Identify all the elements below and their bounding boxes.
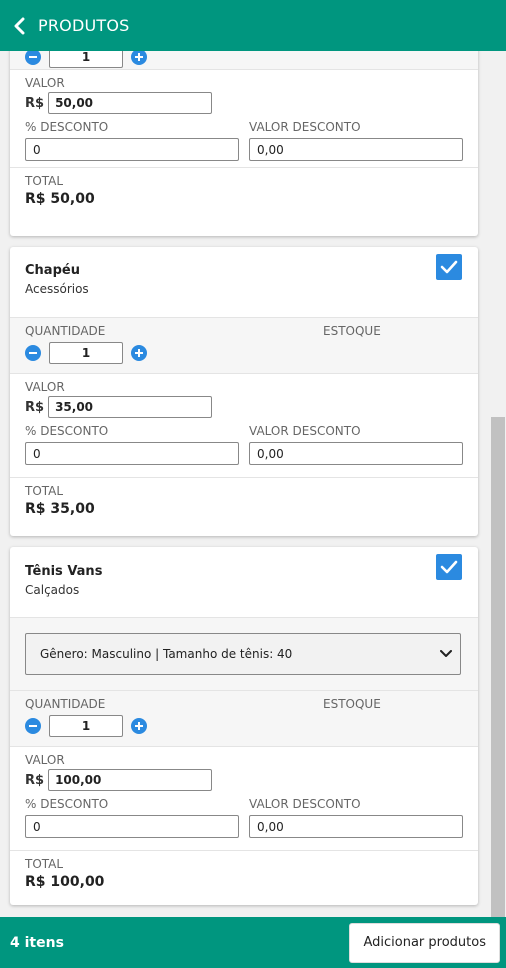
- product-category: Calçados: [25, 583, 80, 597]
- variant-section: Gênero: Masculino | Tamanho de tênis: 40: [10, 617, 478, 690]
- price-section: VALOR R$ 50,00 % DESCONTO 0 VALOR DESCON…: [10, 69, 478, 167]
- quantity-label: QUANTIDADE: [25, 324, 106, 338]
- price-label: VALOR: [25, 380, 65, 394]
- total-label: TOTAL: [25, 857, 64, 871]
- price-section: VALOR R$ 35,00 % DESCONTO 0 VALOR DESCON…: [10, 373, 478, 477]
- total-value: R$ 35,00: [25, 501, 95, 517]
- total-value: R$ 50,00: [25, 191, 95, 207]
- discount-value-label: VALOR DESCONTO: [249, 797, 361, 811]
- back-arrow-icon[interactable]: [0, 0, 38, 51]
- top-app-bar: PRODUTOS: [0, 0, 506, 51]
- price-label: VALOR: [25, 76, 65, 90]
- quantity-section: QUANTIDADE ESTOQUE 1: [10, 317, 478, 373]
- total-label: TOTAL: [25, 484, 64, 498]
- items-count: 4 itens: [10, 934, 64, 951]
- bottom-bar: 4 itens Adicionar produtos: [0, 917, 506, 968]
- price-input[interactable]: 35,00: [48, 396, 213, 418]
- product-name: Chapéu: [25, 263, 80, 278]
- selected-checkbox[interactable]: [436, 254, 462, 280]
- discount-value-input[interactable]: 0,00: [249, 138, 463, 161]
- discount-value-input[interactable]: 0,00: [249, 815, 463, 838]
- price-label: VALOR: [25, 753, 65, 767]
- quantity-input[interactable]: 1: [49, 51, 123, 68]
- page-title: PRODUTOS: [38, 16, 130, 35]
- quantity-section: 1: [10, 51, 478, 69]
- chevron-down-icon: [440, 647, 452, 661]
- decrease-quantity-button[interactable]: [25, 718, 41, 734]
- total-value: R$ 100,00: [25, 874, 105, 890]
- decrease-quantity-button[interactable]: [25, 345, 41, 361]
- decrease-quantity-button[interactable]: [25, 51, 41, 65]
- quantity-input[interactable]: 1: [49, 342, 123, 364]
- discount-percent-input[interactable]: 0: [25, 442, 239, 465]
- product-card: 1 VALOR R$ 50,00 % DESCONTO 0 VALOR DESC…: [10, 51, 478, 236]
- selected-checkbox[interactable]: [436, 554, 462, 580]
- quantity-label: QUANTIDADE: [25, 697, 106, 711]
- increase-quantity-button[interactable]: [131, 718, 147, 734]
- currency-label: R$: [25, 399, 45, 415]
- discount-percent-label: % DESCONTO: [25, 424, 109, 438]
- discount-value-label: VALOR DESCONTO: [249, 120, 361, 134]
- discount-value-input[interactable]: 0,00: [249, 442, 463, 465]
- total-section: TOTAL R$ 35,00: [10, 477, 478, 536]
- currency-label: R$: [25, 772, 45, 788]
- product-name: Tênis Vans: [25, 564, 103, 579]
- add-products-button[interactable]: Adicionar produtos: [349, 922, 500, 963]
- total-label: TOTAL: [25, 174, 64, 188]
- product-card: Tênis Vans Calçados Gênero: Masculino | …: [10, 547, 478, 905]
- variant-select-value: Gênero: Masculino | Tamanho de tênis: 40: [40, 647, 293, 661]
- scrollbar[interactable]: [491, 417, 505, 917]
- currency-label: R$: [25, 95, 45, 111]
- product-list[interactable]: 1 VALOR R$ 50,00 % DESCONTO 0 VALOR DESC…: [0, 51, 506, 917]
- quantity-input[interactable]: 1: [49, 715, 123, 737]
- variant-select[interactable]: Gênero: Masculino | Tamanho de tênis: 40: [25, 633, 461, 675]
- quantity-section: QUANTIDADE ESTOQUE 1: [10, 690, 478, 746]
- discount-percent-label: % DESCONTO: [25, 120, 109, 134]
- price-input[interactable]: 50,00: [48, 92, 213, 114]
- discount-percent-input[interactable]: 0: [25, 815, 239, 838]
- discount-percent-input[interactable]: 0: [25, 138, 239, 161]
- price-input[interactable]: 100,00: [48, 769, 213, 791]
- price-section: VALOR R$ 100,00 % DESCONTO 0 VALOR DESCO…: [10, 746, 478, 850]
- total-section: TOTAL R$ 100,00: [10, 850, 478, 905]
- product-header: Chapéu Acessórios: [10, 247, 478, 317]
- total-section: TOTAL R$ 50,00: [10, 167, 478, 236]
- discount-percent-label: % DESCONTO: [25, 797, 109, 811]
- discount-value-label: VALOR DESCONTO: [249, 424, 361, 438]
- product-category: Acessórios: [25, 282, 89, 296]
- increase-quantity-button[interactable]: [131, 345, 147, 361]
- product-card: Chapéu Acessórios QUANTIDADE ESTOQUE 1 V…: [10, 247, 478, 536]
- increase-quantity-button[interactable]: [131, 51, 147, 65]
- product-header: Tênis Vans Calçados: [10, 547, 478, 617]
- stock-label: ESTOQUE: [323, 697, 381, 711]
- stock-label: ESTOQUE: [323, 324, 381, 338]
